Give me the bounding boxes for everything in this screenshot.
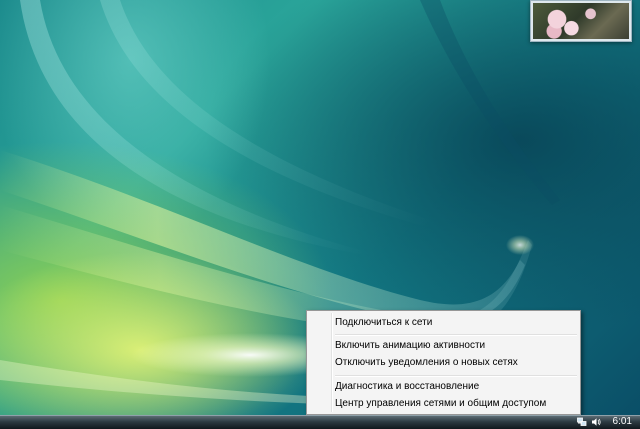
desktop: Подключиться к сети Включить анимацию ак… <box>0 0 640 429</box>
menu-item-diagnose-and-repair[interactable]: Диагностика и восстановление <box>309 379 578 395</box>
photo-gadget[interactable] <box>530 0 632 42</box>
menu-separator <box>335 334 577 336</box>
taskbar: 6:01 <box>0 415 640 429</box>
menu-separator <box>335 375 577 377</box>
photo-thumbnail <box>533 3 629 39</box>
system-tray: 6:01 <box>576 415 640 429</box>
menu-item-enable-activity-animation[interactable]: Включить анимацию активности <box>309 338 578 354</box>
volume-icon[interactable] <box>591 417 601 427</box>
network-context-menu: Подключиться к сети Включить анимацию ак… <box>306 310 581 415</box>
network-icon[interactable] <box>576 417 587 427</box>
menu-item-network-and-sharing-center[interactable]: Центр управления сетями и общим доступом <box>309 396 578 412</box>
taskbar-clock[interactable]: 6:01 <box>613 415 632 429</box>
menu-item-connect-to-network[interactable]: Подключиться к сети <box>309 315 578 331</box>
menu-item-disable-new-network-notifications[interactable]: Отключить уведомления о новых сетях <box>309 355 578 371</box>
